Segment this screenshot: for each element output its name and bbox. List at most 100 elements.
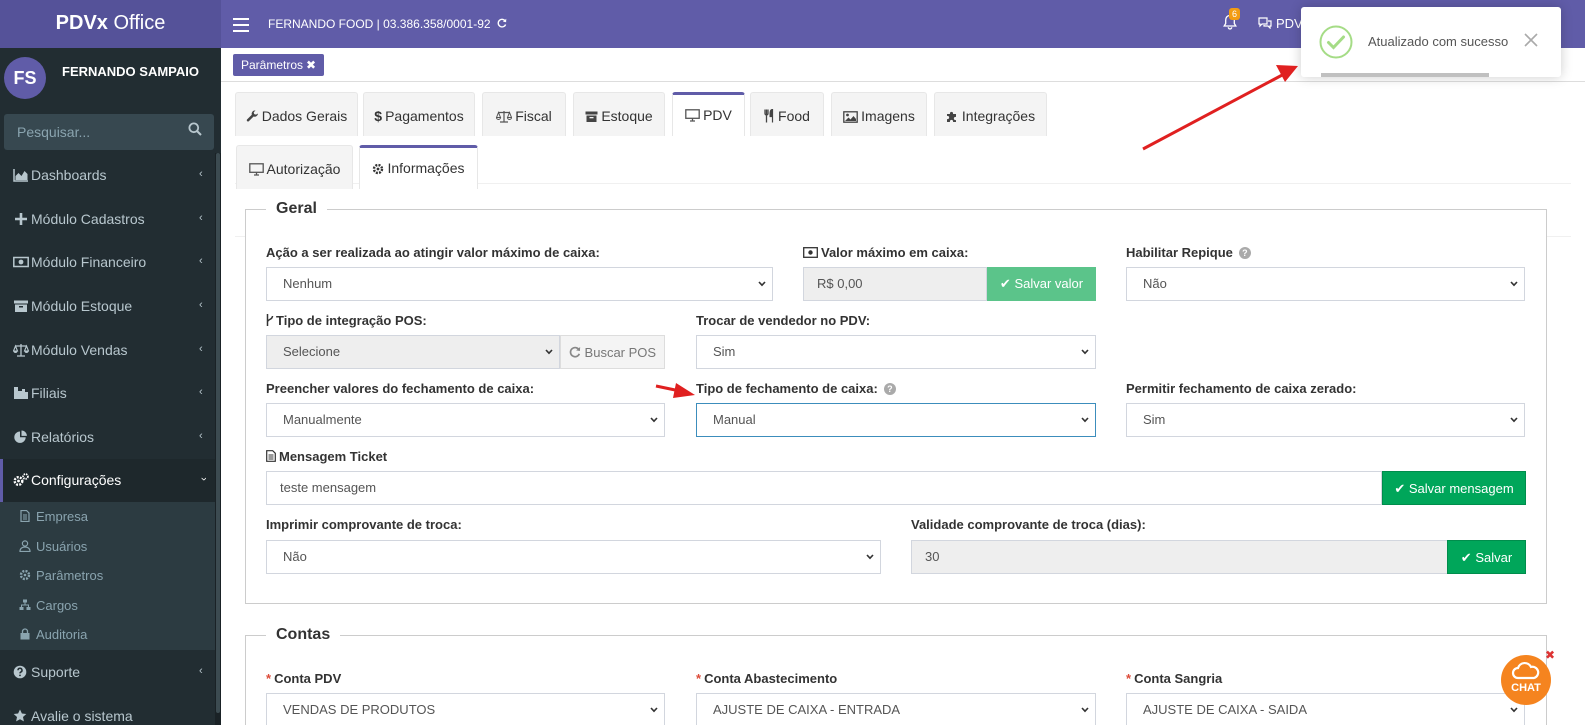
conta-pdv-label: * Conta PDV	[266, 671, 341, 686]
sidebar-item-dashboards[interactable]: Dashboards ‹	[0, 154, 215, 197]
tab-autorizacao[interactable]: Autorização	[236, 145, 353, 189]
conta-sangria-label-text: Conta Sangria	[1134, 671, 1223, 686]
sidebar-item-label: Módulo Estoque	[31, 298, 133, 314]
tab-label: Pagamentos	[385, 108, 464, 124]
breadcrumb-tag[interactable]: Parâmetros ✖	[233, 54, 325, 76]
valor-max-value: R$ 0,00	[817, 276, 863, 291]
sidebar-item-configuracoes[interactable]: Configurações ‹	[0, 459, 215, 502]
sidebar-item-relatorios[interactable]: Relatórios ‹	[0, 416, 215, 459]
search-icon[interactable]	[188, 122, 202, 136]
sidebar-item-label: Módulo Financeiro	[31, 254, 147, 270]
refresh-icon[interactable]	[497, 18, 507, 28]
salvar-mensagem-button[interactable]: ✔ Salvar mensagem	[1382, 471, 1526, 505]
chevron-left-icon: ‹	[199, 212, 203, 224]
mensagem-input[interactable]: teste mensagem	[266, 471, 1382, 505]
submenu-item-cargos[interactable]: Cargos	[0, 591, 215, 620]
tab-dados-gerais[interactable]: Dados Gerais	[235, 92, 358, 136]
sidebar-item-suporte[interactable]: Suporte ‹	[0, 651, 215, 694]
acao-select[interactable]: Nenhum	[266, 267, 773, 301]
close-icon[interactable]	[1523, 32, 1539, 48]
tab-pdv[interactable]: PDV	[672, 92, 745, 136]
chat-button[interactable]: CHAT	[1501, 655, 1551, 705]
salvar-validade-button[interactable]: ✔ Salvar	[1447, 540, 1526, 574]
submenu-item-parametros[interactable]: Parâmetros	[0, 561, 215, 590]
gear-icon	[373, 163, 384, 175]
user-icon	[19, 540, 31, 552]
submenu-item-usuarios[interactable]: Usuários	[0, 532, 215, 561]
check-circle-icon	[1319, 25, 1353, 59]
tipo-fechamento-select[interactable]: Manual	[696, 403, 1096, 437]
pos-select[interactable]: Selecione	[266, 335, 560, 369]
buscar-pos-button[interactable]: Buscar POS	[560, 335, 665, 369]
imprimir-select[interactable]: Não	[266, 540, 881, 574]
required-asterisk: *	[266, 671, 272, 686]
sidebar-item-label: Módulo Cadastros	[31, 211, 145, 227]
sidebar-item-avalie[interactable]: Avalie o sistema	[0, 695, 215, 725]
imprimir-label: Imprimir comprovante de troca:	[266, 517, 462, 532]
valor-max-input[interactable]: R$ 0,00	[803, 267, 987, 301]
mensagem-label-text: Mensagem Ticket	[279, 449, 388, 464]
user-menu[interactable]: PDVi	[1258, 16, 1305, 31]
tab-fiscal[interactable]: Fiscal	[482, 92, 566, 136]
chevron-left-icon: ‹	[199, 168, 203, 180]
conta-abastecimento-value: AJUSTE DE CAIXA - ENTRADA	[713, 702, 901, 717]
area-chart-icon	[13, 169, 28, 182]
search-input[interactable]	[4, 114, 184, 150]
preencher-select[interactable]: Manualmente	[266, 403, 665, 437]
validade-value: 30	[925, 549, 940, 564]
conta-abastecimento-select[interactable]: AJUSTE DE CAIXA - ENTRADA	[696, 693, 1096, 725]
success-toast: Atualizado com sucesso	[1301, 7, 1561, 77]
submenu-item-label: Cargos	[36, 598, 78, 613]
buscar-pos-label: Buscar POS	[584, 345, 657, 360]
sidebar-item-filiais[interactable]: Filiais ‹	[0, 372, 215, 415]
salvar-valor-button[interactable]: ✔ Salvar valor	[987, 267, 1096, 301]
tab-pagamentos[interactable]: $ Pagamentos	[363, 92, 475, 136]
hamburger-menu-icon[interactable]	[233, 14, 249, 34]
submenu-item-auditoria[interactable]: Auditoria	[0, 620, 215, 649]
sidebar-scroll-thumb[interactable]	[216, 153, 220, 713]
company-info: FERNANDO FOOD | 03.386.358/0001-92	[268, 17, 507, 31]
validade-label: Validade comprovante de troca (dias):	[911, 517, 1146, 532]
sitemap-icon	[19, 599, 31, 610]
puzzle-icon	[946, 111, 956, 122]
chat-close-icon[interactable]: ✖	[1545, 648, 1555, 662]
desktop-icon	[248, 163, 264, 176]
zerado-select[interactable]: Sim	[1126, 403, 1525, 437]
zerado-select-value: Sim	[1143, 412, 1166, 427]
help-icon[interactable]: ?	[883, 383, 896, 395]
sidebar-item-financeiro[interactable]: Módulo Financeiro ‹	[0, 241, 215, 284]
pos-label-text: Tipo de integração POS:	[276, 313, 427, 328]
tab-estoque[interactable]: Estoque	[573, 92, 665, 136]
chevron-down-icon	[1510, 281, 1518, 287]
conta-pdv-value: VENDAS DE PRODUTOS	[283, 702, 436, 717]
conta-pdv-select[interactable]: VENDAS DE PRODUTOS	[266, 693, 665, 725]
tab-label: Fiscal	[515, 108, 552, 124]
tab-label: Autorização	[266, 161, 341, 177]
validade-input[interactable]: 30	[911, 540, 1448, 574]
tab-informacoes[interactable]: Informações	[359, 145, 478, 189]
toast-progress-bar	[1321, 73, 1489, 77]
tab-imagens[interactable]: Imagens	[831, 92, 927, 136]
sidebar-item-vendas[interactable]: Módulo Vendas ‹	[0, 329, 215, 372]
help-icon[interactable]: ?	[1238, 247, 1251, 259]
chevron-down-icon: ‹	[197, 477, 210, 481]
valor-max-label: Valor máximo em caixa:	[803, 245, 968, 260]
sidebar-item-estoque[interactable]: Módulo Estoque ‹	[0, 285, 215, 328]
sidebar-item-cadastros[interactable]: Módulo Cadastros ‹	[0, 198, 215, 241]
close-icon[interactable]: ✖	[306, 58, 316, 72]
submenu-item-empresa[interactable]: Empresa	[0, 502, 215, 531]
chevron-left-icon: ‹	[199, 430, 203, 442]
chevron-left-icon: ‹	[199, 343, 203, 355]
comments-icon	[1258, 17, 1272, 30]
mensagem-value: teste mensagem	[280, 480, 377, 495]
conta-sangria-select[interactable]: AJUSTE DE CAIXA - SAIDA	[1126, 693, 1525, 725]
money-icon	[13, 256, 29, 268]
tab-integracoes[interactable]: Integrações	[934, 92, 1047, 136]
trocar-select[interactable]: Sim	[696, 335, 1096, 369]
logo-bold-text: PDVx	[55, 12, 108, 34]
app-logo[interactable]: PDVx Office	[0, 0, 221, 48]
image-icon	[843, 111, 858, 123]
tab-food[interactable]: Food	[750, 92, 824, 136]
repique-select[interactable]: Não	[1126, 267, 1525, 301]
breadcrumb-tag-label: Parâmetros	[241, 58, 304, 72]
